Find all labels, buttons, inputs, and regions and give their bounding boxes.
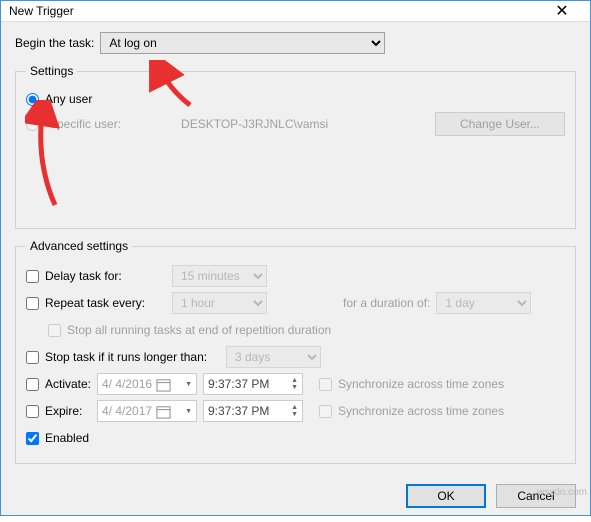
chevron-down-icon: ▼ xyxy=(185,408,192,415)
ok-button[interactable]: OK xyxy=(406,484,486,508)
stop-all-checkbox[interactable] xyxy=(48,324,61,337)
specific-user-radio[interactable] xyxy=(26,118,39,131)
stop-if-row: Stop task if it runs longer than: 3 days xyxy=(26,345,565,369)
expire-time-value: 9:37:37 PM xyxy=(208,404,269,418)
any-user-label: Any user xyxy=(45,92,92,106)
specific-user-value: DESKTOP-J3RJNLC\vamsi xyxy=(181,117,425,131)
expire-date-value: 4/ 4/2017 xyxy=(102,404,152,418)
activate-sync-label: Synchronize across time zones xyxy=(338,377,504,391)
activate-date-picker[interactable]: 4/ 4/2016 ▼ xyxy=(97,373,197,395)
duration-label: for a duration of: xyxy=(343,296,430,310)
any-user-row: Any user xyxy=(26,92,565,106)
spinner-icon: ▲▼ xyxy=(291,404,298,418)
activate-sync-checkbox[interactable] xyxy=(319,378,332,391)
stop-all-label: Stop all running tasks at end of repetit… xyxy=(67,323,331,337)
enabled-checkbox[interactable] xyxy=(26,432,39,445)
enabled-label: Enabled xyxy=(45,431,89,445)
content-area: Begin the task: At log on Settings Any u… xyxy=(1,22,590,474)
expire-label: Expire: xyxy=(45,404,82,418)
begin-task-row: Begin the task: At log on xyxy=(15,32,576,54)
delay-row: Delay task for: 15 minutes xyxy=(26,264,565,288)
window-title: New Trigger xyxy=(9,4,542,18)
activate-checkbox[interactable] xyxy=(26,378,39,391)
expire-checkbox[interactable] xyxy=(26,405,39,418)
calendar-icon xyxy=(156,377,171,392)
expire-sync-label: Synchronize across time zones xyxy=(338,404,504,418)
activate-time-picker[interactable]: 9:37:37 PM ▲▼ xyxy=(203,373,303,395)
button-bar: OK Cancel xyxy=(1,474,590,522)
repeat-checkbox[interactable] xyxy=(26,297,39,310)
begin-task-select[interactable]: At log on xyxy=(100,32,385,54)
watermark: wsxdn.com xyxy=(537,487,587,498)
expire-row: Expire: 4/ 4/2017 ▼ 9:37:37 PM ▲▼ Synchr… xyxy=(26,399,565,423)
any-user-radio[interactable] xyxy=(26,93,39,106)
expire-date-picker[interactable]: 4/ 4/2017 ▼ xyxy=(97,400,197,422)
stop-all-row: Stop all running tasks at end of repetit… xyxy=(48,318,565,342)
change-user-button[interactable]: Change User... xyxy=(435,112,565,136)
specific-user-label: Specific user: xyxy=(49,117,121,131)
dialog-window: New Trigger ✕ Begin the task: At log on … xyxy=(0,0,591,516)
settings-group: Settings Any user Specific user: DESKTOP… xyxy=(15,64,576,229)
specific-user-row: Specific user: DESKTOP-J3RJNLC\vamsi Cha… xyxy=(26,112,565,136)
titlebar: New Trigger ✕ xyxy=(1,1,590,22)
advanced-settings-group: Advanced settings Delay task for: 15 min… xyxy=(15,239,576,464)
begin-task-label: Begin the task: xyxy=(15,36,94,50)
spinner-icon: ▲▼ xyxy=(291,377,298,391)
activate-row: Activate: 4/ 4/2016 ▼ 9:37:37 PM ▲▼ Sync… xyxy=(26,372,565,396)
settings-legend: Settings xyxy=(26,64,77,78)
stop-if-label: Stop task if it runs longer than: xyxy=(45,350,220,364)
close-button[interactable]: ✕ xyxy=(542,1,582,21)
chevron-down-icon: ▼ xyxy=(185,381,192,388)
duration-select[interactable]: 1 day xyxy=(436,292,531,314)
delay-label: Delay task for: xyxy=(45,269,122,283)
advanced-legend: Advanced settings xyxy=(26,239,132,253)
repeat-label: Repeat task every: xyxy=(45,296,145,310)
activate-time-value: 9:37:37 PM xyxy=(208,377,269,391)
calendar-icon xyxy=(156,404,171,419)
activate-date-value: 4/ 4/2016 xyxy=(102,377,152,391)
repeat-select[interactable]: 1 hour xyxy=(172,292,267,314)
delay-checkbox[interactable] xyxy=(26,270,39,283)
expire-sync-checkbox[interactable] xyxy=(319,405,332,418)
expire-time-picker[interactable]: 9:37:37 PM ▲▼ xyxy=(203,400,303,422)
stop-if-checkbox[interactable] xyxy=(26,351,39,364)
stop-if-select[interactable]: 3 days xyxy=(226,346,321,368)
activate-label: Activate: xyxy=(45,377,91,391)
enabled-row: Enabled xyxy=(26,426,565,450)
repeat-row: Repeat task every: 1 hour for a duration… xyxy=(26,291,565,315)
delay-select[interactable]: 15 minutes xyxy=(172,265,267,287)
